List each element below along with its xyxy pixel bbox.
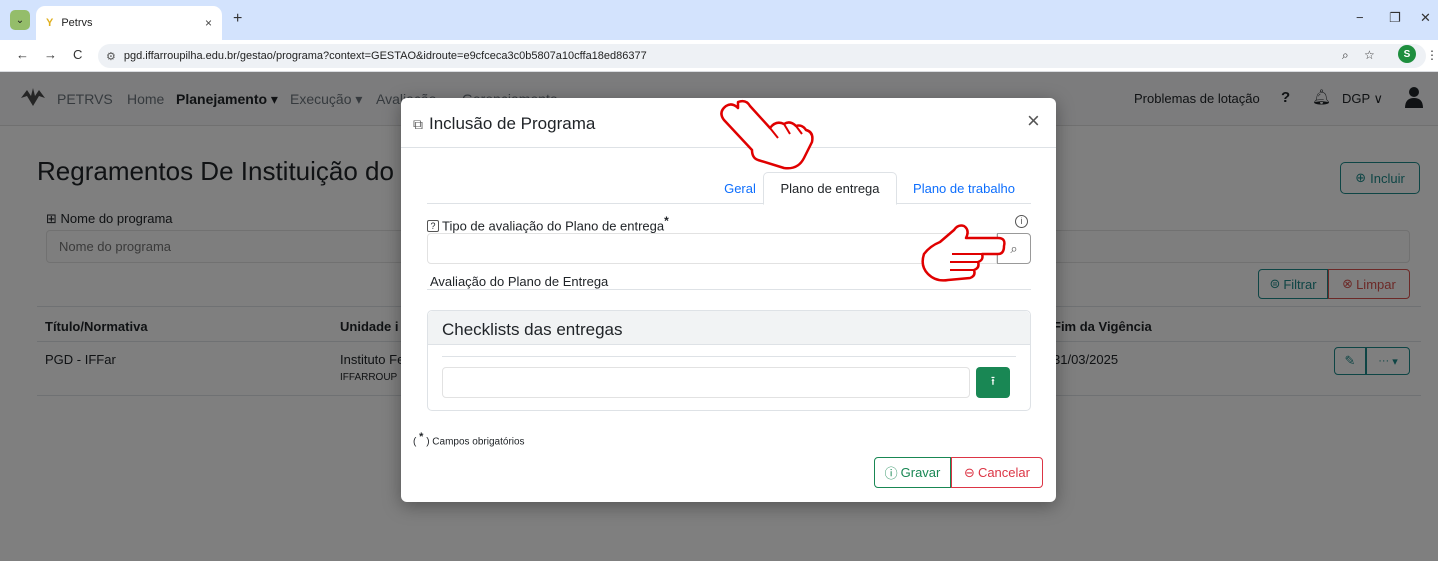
divider — [442, 356, 1016, 357]
browser-tab[interactable]: Y Petrvs × — [36, 6, 222, 40]
required-fields-note: ( * ) Campos obrigatórios — [413, 431, 525, 448]
tab-close-icon[interactable]: × — [205, 16, 212, 30]
back-icon[interactable]: ← — [16, 47, 29, 62]
tipo-avaliacao-input[interactable] — [427, 233, 997, 264]
cancel-icon: ⊖ — [964, 464, 975, 480]
tab-title: Petrvs — [61, 17, 93, 29]
avaliacao-plano-entrega-label: Avaliação do Plano de Entrega — [430, 274, 609, 289]
forward-icon[interactable]: → — [44, 47, 57, 62]
new-tab-button[interactable]: + — [233, 10, 242, 28]
zoom-icon[interactable]: ⌕ — [1342, 48, 1349, 63]
modal-title: ⧉ Inclusão de Programa — [413, 114, 596, 133]
menu-icon[interactable]: ⋮ — [1426, 48, 1438, 62]
pointing-hand-search-icon — [921, 224, 1006, 282]
info-icon[interactable]: i — [1015, 215, 1028, 228]
tab-plano-trabalho[interactable]: Plano de trabalho — [897, 172, 1031, 204]
chevron-down-icon[interactable]: ⌄ — [10, 10, 30, 30]
petrvs-favicon-icon: Y — [46, 17, 54, 29]
checklists-title: Checklists das entregas — [442, 320, 623, 339]
pointing-hand-tab-icon — [720, 99, 814, 170]
checklist-input[interactable] — [442, 367, 970, 398]
address-bar-row: ← → C ⚙ pgd.iffarroupilha.edu.br/gestao/… — [0, 40, 1438, 72]
window-close-icon[interactable]: ✕ — [1420, 10, 1431, 26]
checklists-card-header: Checklists das entregas — [428, 311, 1030, 345]
close-icon[interactable]: × — [1027, 110, 1040, 132]
tipo-avaliacao-label: ? Tipo de avaliação do Plano de entrega* — [427, 214, 669, 233]
divider — [427, 289, 1031, 290]
browser-tab-strip: ⌄ Y Petrvs × + − ❐ ✕ — [0, 0, 1438, 40]
checklists-card: Checklists das entregas ⭱ — [427, 310, 1031, 411]
site-settings-icon[interactable]: ⚙ — [106, 50, 116, 63]
url-text: pgd.iffarroupilha.edu.br/gestao/programa… — [123, 50, 647, 62]
minimize-icon[interactable]: − — [1356, 10, 1364, 25]
save-alert-icon: ⓘ — [884, 466, 898, 481]
search-icon: ⌕ — [1010, 240, 1018, 256]
restore-icon[interactable]: ❐ — [1389, 10, 1401, 26]
question-box-icon: ? — [427, 220, 439, 233]
upload-button[interactable]: ⭱ — [976, 367, 1010, 398]
star-icon[interactable]: ☆ — [1364, 48, 1375, 62]
external-link-icon: ⧉ — [413, 116, 423, 132]
upload-icon: ⭱ — [990, 374, 996, 388]
url-field[interactable]: ⚙ pgd.iffarroupilha.edu.br/gestao/progra… — [98, 44, 1426, 68]
reload-icon[interactable]: C — [73, 47, 82, 62]
gravar-button[interactable]: ⓘ Gravar — [874, 457, 951, 488]
cancelar-button[interactable]: ⊖ Cancelar — [951, 457, 1043, 488]
profile-avatar[interactable]: S — [1398, 45, 1416, 63]
